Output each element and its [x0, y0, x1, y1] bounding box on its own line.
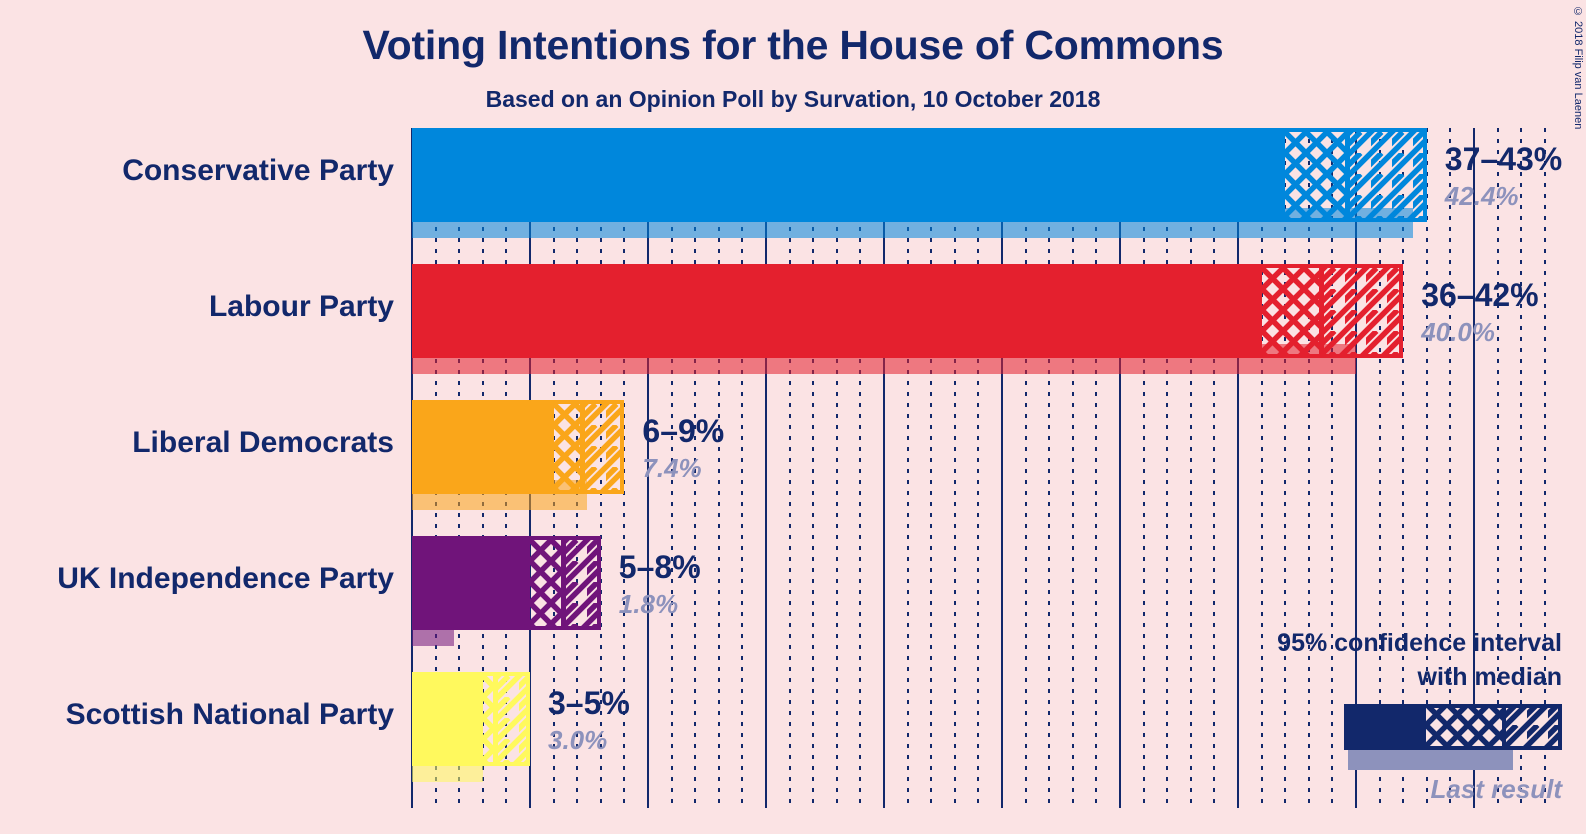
range-label: 37–43%: [1444, 141, 1563, 177]
page-title: Voting Intentions for the House of Commo…: [362, 22, 1224, 68]
bar-row: [412, 264, 1561, 388]
bar-segment-solid: [416, 540, 530, 626]
legend-caption: Last result: [1430, 774, 1563, 804]
bar-segment-crosshatch: [530, 540, 564, 626]
legend-diagonal-segment: [1506, 704, 1562, 750]
page-subtitle: Based on an Opinion Poll by Survation, 1…: [485, 86, 1101, 112]
legend-swatches: [1216, 704, 1562, 770]
range-label: 36–42%: [1421, 277, 1539, 313]
legend-ci-swatch: [1344, 704, 1562, 750]
last-result-label: 3.0%: [548, 725, 608, 755]
range-label: 5–8%: [618, 549, 701, 585]
bar-segment-solid: [416, 132, 1286, 218]
copyright-notice: © 2018 Filip van Laenen: [1572, 6, 1584, 130]
last-result-label: 40.0%: [1421, 317, 1495, 347]
bar-segment-solid: [416, 268, 1262, 354]
last-result-label: 1.8%: [618, 589, 679, 619]
poll-chart: Voting Intentions for the House of Commo…: [0, 0, 1586, 834]
bar-row: [412, 128, 1561, 252]
range-label: 6–9%: [642, 413, 725, 449]
party-label: Liberal Democrats: [132, 426, 394, 459]
bar-segment-solid: [416, 404, 554, 490]
bar-row: [412, 400, 1561, 524]
bar-segment-crosshatch: [1285, 132, 1347, 218]
confidence-interval-bar: [412, 400, 625, 494]
bar-segment-crosshatch: [553, 404, 582, 490]
party-label: Labour Party: [208, 290, 394, 323]
party-label: Conservative Party: [122, 154, 394, 187]
bar-segment-diagonal: [584, 404, 624, 490]
bar-segment-solid: [416, 676, 483, 762]
last-result-label: 42.4%: [1444, 181, 1519, 211]
confidence-interval-bar: [412, 672, 530, 766]
party-label: Scottish National Party: [65, 698, 394, 731]
legend-title-line2: with median: [1417, 663, 1562, 691]
confidence-interval-bar: [412, 264, 1404, 358]
legend-title-line1: 95% confidence interval: [1277, 629, 1562, 657]
bar-segment-diagonal: [566, 540, 600, 626]
legend: 95% confidence interval with median Last…: [1216, 626, 1562, 805]
last-result-label: 7.4%: [642, 453, 702, 483]
bar-segment-diagonal: [497, 676, 529, 762]
legend-last-result-swatch: [1348, 750, 1513, 770]
legend-crosshatch-segment: [1426, 704, 1506, 750]
confidence-interval-bar: [412, 536, 601, 630]
party-label: UK Independence Party: [57, 562, 394, 595]
range-label: 3–5%: [548, 685, 630, 721]
bar-segment-diagonal: [1323, 268, 1403, 354]
bar-segment-crosshatch: [1261, 268, 1321, 354]
bar-segment-diagonal: [1349, 132, 1426, 218]
confidence-interval-bar: [412, 128, 1427, 222]
